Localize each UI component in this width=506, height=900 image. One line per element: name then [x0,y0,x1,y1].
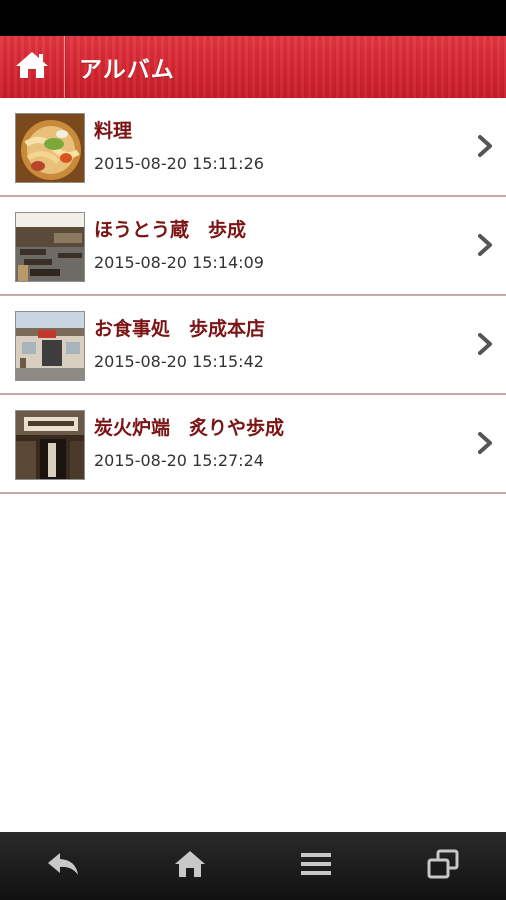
album-date: 2015-08-20 15:15:42 [94,352,264,371]
album-list: 料理 2015-08-20 15:11:26 ほうとう蔵 歩成 2015-08-… [0,98,506,494]
menu-button[interactable] [286,836,346,896]
recent-apps-button[interactable] [413,836,473,896]
album-thumbnail [15,113,85,183]
album-date: 2015-08-20 15:27:24 [94,451,264,470]
page-title: アルバム [79,57,175,83]
chevron-right-icon [476,332,494,356]
album-title: ほうとう蔵 歩成 [94,219,247,241]
album-item-houtou-kura[interactable]: ほうとう蔵 歩成 2015-08-20 15:14:09 [0,197,506,296]
header-divider [64,36,65,98]
menu-icon [300,851,332,881]
home-icon [15,50,49,84]
album-item-honten[interactable]: お食事処 歩成本店 2015-08-20 15:15:42 [0,296,506,395]
back-icon [46,851,80,881]
album-date: 2015-08-20 15:14:09 [94,253,264,272]
home-button[interactable] [0,36,64,98]
album-thumbnail [15,212,85,282]
home-icon [174,849,206,883]
album-item-food[interactable]: 料理 2015-08-20 15:11:26 [0,98,506,197]
app-header: アルバム [0,36,506,98]
album-thumbnail [15,311,85,381]
album-title: お食事処 歩成本店 [94,318,266,340]
chevron-right-icon [476,233,494,257]
status-bar [0,0,506,36]
chevron-right-icon [476,431,494,455]
home-nav-button[interactable] [160,836,220,896]
system-nav-bar [0,832,506,900]
album-date: 2015-08-20 15:11:26 [94,154,264,173]
album-thumbnail [15,410,85,480]
album-item-aburiya[interactable]: 炭火炉端 炙りや歩成 2015-08-20 15:27:24 [0,395,506,494]
recent-apps-icon [427,849,459,883]
back-button[interactable] [33,836,93,896]
album-title: 炭火炉端 炙りや歩成 [94,417,285,439]
chevron-right-icon [476,134,494,158]
album-title: 料理 [94,120,133,142]
